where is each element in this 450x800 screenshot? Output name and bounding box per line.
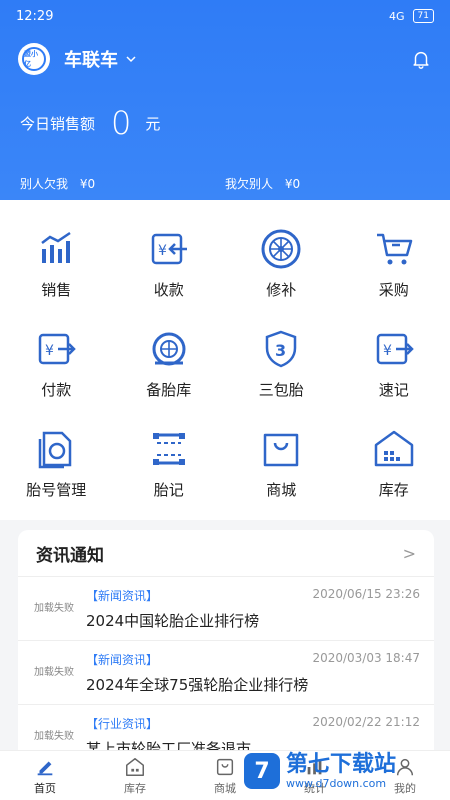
tab-label: 商城: [214, 781, 236, 795]
tire-number-icon: [39, 431, 72, 469]
news-section: 资讯通知 > 加载失败 【新闻资讯】 2020/06/15 23:26 2024…: [18, 530, 434, 770]
tab-stats[interactable]: 统计: [270, 751, 360, 800]
spare-tire-icon: [152, 332, 186, 366]
tab-inventory[interactable]: 库存: [90, 751, 180, 800]
tab-home[interactable]: 首页: [0, 751, 90, 800]
tab-shop[interactable]: 商城: [180, 751, 270, 800]
tire-record-icon: [152, 433, 185, 465]
tab-label: 库存: [124, 781, 146, 795]
grid-item-inventory[interactable]: 库存: [338, 415, 450, 515]
news-date: 2020/03/03 18:47: [312, 650, 420, 665]
svg-text:3: 3: [275, 341, 286, 360]
i-owe-value: ¥0: [284, 177, 301, 191]
function-grid: 销售 ¥ 收款 修补 采购 ¥ 付款 备胎库 3 三包胎 ¥ 速记 胎号管理 胎…: [0, 200, 450, 520]
quick-note-icon: ¥: [376, 333, 414, 365]
header-banner: 12:29 4G 71 盟小亿 车联车 今日销售额 0 元 别人欠我 ¥0 我欠…: [0, 0, 450, 200]
grid-label: 销售: [41, 281, 72, 299]
news-title: 资讯通知: [36, 545, 104, 566]
today-sales: 今日销售额 0 元: [20, 104, 160, 142]
grid-label: 速记: [378, 381, 409, 399]
i-owe-label: 我欠别人: [225, 177, 274, 191]
thumbnail-placeholder: 加载失败: [34, 602, 74, 614]
grid-item-shop[interactable]: 商城: [225, 415, 338, 515]
news-date: 2020/06/15 23:26: [312, 586, 420, 601]
grid-item-quick-note[interactable]: ¥ 速记: [338, 315, 450, 415]
i-owe[interactable]: 我欠别人 ¥0: [225, 175, 430, 192]
grid-label: 商城: [266, 481, 297, 499]
chevron-down-icon[interactable]: [126, 54, 136, 64]
news-tag: 【行业资讯】: [86, 716, 159, 731]
logo-text: 盟小亿: [22, 47, 46, 71]
receive-icon: ¥: [151, 233, 187, 265]
news-headline: 2024中国轮胎企业排行榜: [86, 611, 260, 630]
grid-label: 收款: [153, 281, 184, 299]
home-pen-icon: [37, 761, 53, 775]
chevron-right-icon[interactable]: >: [403, 544, 416, 563]
grid-item-repair[interactable]: 修补: [225, 215, 338, 315]
grid-item-spare-tire[interactable]: 备胎库: [113, 315, 226, 415]
bottom-tab-bar: 首页 库存 商城 统计 我的: [0, 750, 450, 800]
news-tag: 【新闻资讯】: [86, 588, 159, 603]
sales-value: 0: [111, 104, 132, 142]
store-logo: 盟小亿: [18, 43, 50, 75]
thumbnail-placeholder: 加载失败: [34, 730, 74, 742]
owed-to-me[interactable]: 别人欠我 ¥0: [20, 175, 225, 192]
grid-label: 修补: [266, 281, 297, 299]
bell-icon[interactable]: [410, 48, 432, 70]
tire-repair-icon: [261, 229, 301, 269]
svg-text:¥: ¥: [158, 243, 167, 259]
grid-item-receive[interactable]: ¥ 收款: [113, 215, 226, 315]
news-item[interactable]: 加载失败 【新闻资讯】 2020/06/15 23:26 2024中国轮胎企业排…: [18, 576, 434, 640]
status-bar: 12:29 4G 71: [0, 0, 450, 32]
owed-to-me-value: ¥0: [79, 177, 96, 191]
inventory-icon: [126, 757, 144, 776]
grid-item-sales[interactable]: 销售: [0, 215, 113, 315]
svg-text:¥: ¥: [45, 343, 54, 359]
status-time: 12:29: [16, 8, 54, 24]
news-item[interactable]: 加载失败 【新闻资讯】 2020/03/03 18:47 2024年全球75强轮…: [18, 640, 434, 704]
grid-label: 库存: [378, 481, 409, 499]
warehouse-icon: [374, 430, 413, 467]
news-header[interactable]: 资讯通知 >: [18, 530, 434, 576]
grid-label: 三包胎: [258, 381, 304, 399]
network-indicator: 4G: [389, 9, 405, 23]
shop-icon: [216, 758, 234, 775]
cart-icon: [376, 233, 412, 265]
shop-bag-icon: [264, 433, 299, 467]
app-row: 盟小亿 车联车: [18, 42, 432, 76]
grid-label: 采购: [378, 281, 409, 299]
tab-label: 首页: [34, 781, 56, 795]
debt-row: 别人欠我 ¥0 我欠别人 ¥0: [20, 175, 430, 192]
grid-item-tire-record[interactable]: 胎记: [113, 415, 226, 515]
grid-item-warranty-tire[interactable]: 3 三包胎: [225, 315, 338, 415]
shield-3-icon: 3: [266, 330, 297, 368]
grid-label: 付款: [41, 381, 72, 399]
grid-item-tire-number[interactable]: 胎号管理: [0, 415, 113, 515]
grid-item-purchase[interactable]: 采购: [338, 215, 450, 315]
chart-icon: [41, 231, 71, 263]
tab-profile[interactable]: 我的: [360, 751, 450, 800]
news-tag: 【新闻资讯】: [86, 652, 159, 667]
news-headline: 2024年全球75强轮胎企业排行榜: [86, 675, 309, 694]
svg-text:¥: ¥: [383, 343, 392, 359]
grid-label: 胎记: [153, 481, 184, 499]
status-icons: 4G 71: [389, 9, 434, 23]
thumbnail-placeholder: 加载失败: [34, 666, 74, 678]
store-name[interactable]: 车联车: [64, 46, 118, 72]
stats-icon: [307, 759, 322, 774]
news-date: 2020/02/22 21:12: [312, 714, 420, 729]
battery-icon: 71: [412, 9, 434, 23]
pay-icon: ¥: [39, 333, 77, 365]
profile-icon: [396, 758, 414, 775]
sales-label: 今日销售额: [20, 114, 96, 133]
grid-item-pay[interactable]: ¥ 付款: [0, 315, 113, 415]
tab-label: 统计: [304, 781, 326, 795]
sales-unit: 元: [145, 114, 161, 133]
grid-label: 胎号管理: [26, 481, 87, 499]
grid-label: 备胎库: [146, 381, 192, 399]
owed-to-me-label: 别人欠我: [20, 177, 69, 191]
tab-label: 我的: [394, 781, 416, 795]
